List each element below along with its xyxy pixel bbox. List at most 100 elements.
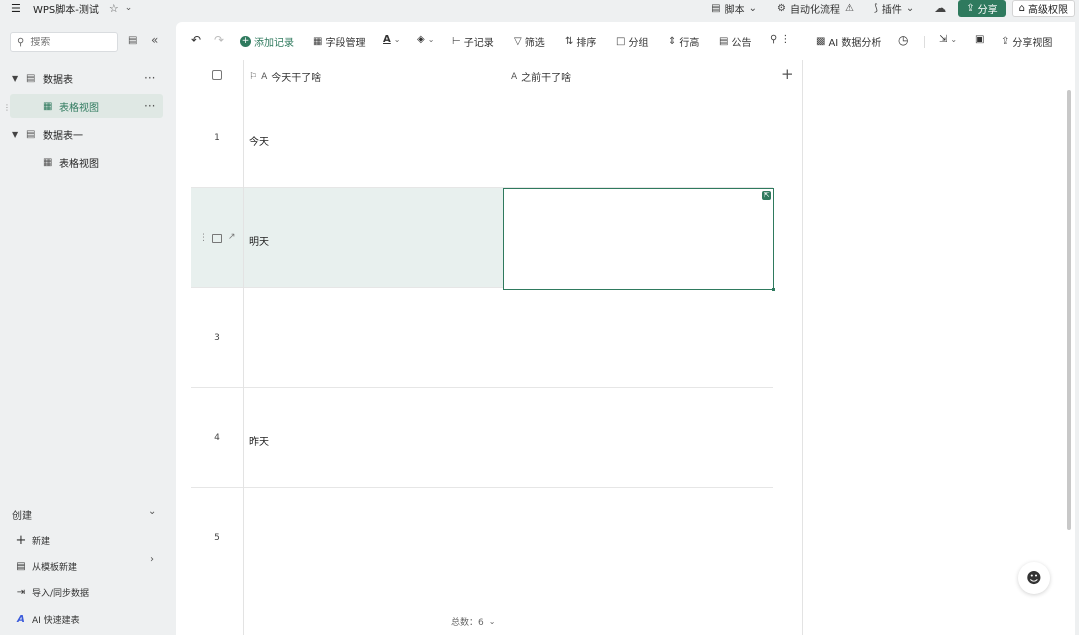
column-divider	[243, 60, 244, 635]
add-column-icon[interactable]: +	[781, 65, 794, 83]
from-template-label: 从模板新建	[32, 563, 78, 573]
column-label: 今天干了啥	[271, 73, 322, 84]
main-panel: ↶ ↷ + 添加记录 ▦ 字段管理 A ⌄ ◈ ⌄ ⊢ 子记录 ▽ 筛选 ⇅ 排…	[176, 22, 1075, 635]
ai-analysis-button[interactable]: ▩ AI 数据分析	[816, 34, 881, 49]
caret-down-icon[interactable]: ▼	[12, 130, 18, 139]
filter-button[interactable]: ▽ 筛选	[514, 34, 545, 49]
star-icon[interactable]: ☆	[109, 2, 119, 15]
permission-label: 高级权限	[1028, 4, 1068, 16]
sidebar-item-label: 表格视图	[59, 158, 99, 170]
import-sync-button[interactable]: ⇥ 导入/同步数据	[14, 586, 89, 599]
sidebar-item-label: 数据表	[43, 74, 73, 86]
plus-icon: +	[15, 533, 27, 548]
fill-handle[interactable]	[772, 288, 775, 291]
row-number: 3	[214, 333, 220, 343]
chart-icon: ▩	[816, 36, 826, 47]
automation-menu[interactable]: ⚙ 自动化流程 ⚠	[777, 1, 858, 16]
row-checkbox[interactable]	[212, 234, 222, 243]
sidebar-item-grid-view-1[interactable]: ▦ 表格视图 ···	[10, 94, 163, 118]
row-number: 1	[214, 133, 220, 143]
table-row[interactable]: 4 昨天	[191, 388, 773, 488]
row-number: 4	[214, 433, 220, 443]
sort-button[interactable]: ⇅ 排序	[565, 34, 596, 49]
grid-view-icon: ▦	[43, 156, 53, 168]
cell-today[interactable]: 今天	[249, 133, 269, 148]
share-icon: ⇪	[966, 2, 975, 14]
import-icon: ⇥	[16, 587, 26, 598]
search-box[interactable]: ⚲	[10, 32, 118, 52]
script-menu[interactable]: ▤ 脚本 ⌄	[711, 1, 761, 16]
row-height-button[interactable]: ⇕ 行高	[668, 34, 699, 49]
ai-create-table-button[interactable]: A AI 快速建表	[14, 613, 80, 626]
font-color-button[interactable]: A ⌄	[383, 34, 400, 45]
sidebar-item-grid-view-2[interactable]: ▦ 表格视图	[0, 150, 176, 174]
sidebar-item-table-2[interactable]: ▼ ▤ 数据表一	[0, 122, 176, 146]
cell-today[interactable]: 明天	[249, 233, 269, 248]
expand-cell-icon[interactable]: ⇱	[762, 191, 771, 200]
sidebar: ⚲ ▤ « ▼ ▤ 数据表 ··· ⋮ ▦ 表格视图 ··· ▼ ▤ 数据表一 …	[0, 22, 176, 635]
column-header-before[interactable]: A 之前干了啥	[511, 69, 571, 85]
field-manage-label: 字段管理	[325, 38, 366, 49]
table-row[interactable]: 3	[191, 288, 773, 388]
advanced-permission-button[interactable]: ⌂ 高级权限	[1011, 0, 1075, 17]
clipboard-icon[interactable]: ▣	[975, 34, 984, 45]
table-row[interactable]: 5	[191, 488, 773, 588]
sub-record-button[interactable]: ⊢ 子记录	[452, 34, 494, 49]
export-button[interactable]: ⇲ ⌄	[939, 34, 957, 45]
table-row[interactable]: 1 今天	[191, 88, 773, 188]
more-icon[interactable]: ···	[144, 71, 155, 85]
sort-label: 排序	[576, 38, 597, 49]
from-template-button[interactable]: ▤ 从模板新建	[14, 560, 77, 573]
script-label: 脚本	[724, 4, 745, 16]
group-button[interactable]: □ 分组	[616, 34, 648, 49]
document-title[interactable]: WPS脚本-测试	[33, 1, 99, 16]
menu-icon[interactable]: ☰	[11, 2, 21, 15]
row-height-icon: ⇕	[668, 36, 677, 47]
chevron-right-icon[interactable]: ›	[150, 554, 154, 565]
cell-today[interactable]: 昨天	[249, 433, 269, 448]
share-view-button[interactable]: ⇪ 分享视图	[1001, 34, 1052, 49]
plugin-menu[interactable]: ⟆ 插件 ⌄	[874, 1, 918, 16]
undo-icon[interactable]: ↶	[191, 33, 201, 47]
expand-row-icon[interactable]: ↗	[228, 232, 236, 242]
column-header-today[interactable]: ⚐ A 今天干了啥	[249, 69, 322, 85]
toolbar-divider	[924, 36, 925, 48]
fill-color-button[interactable]: ◈ ⌄	[417, 34, 434, 45]
chevron-down-icon[interactable]: ⌄	[148, 506, 156, 517]
share-button[interactable]: ⇪ 分享	[958, 0, 1006, 17]
table-icon: ▤	[26, 72, 36, 84]
drag-handle-icon[interactable]: ⋮	[199, 233, 208, 243]
automation-label: 自动化流程	[789, 4, 840, 16]
select-all-checkbox[interactable]	[212, 70, 222, 80]
redo-icon[interactable]: ↷	[214, 33, 224, 47]
field-manage-button[interactable]: ▦ 字段管理	[313, 34, 365, 49]
search-more-button[interactable]: ⚲ ⋮	[770, 34, 790, 45]
chevron-down-icon: ⌄	[748, 2, 758, 14]
lock-icon: ⌂	[1018, 2, 1025, 14]
chevron-down-icon[interactable]: ⌄	[125, 3, 133, 13]
add-record-button[interactable]: + 添加记录	[240, 34, 294, 49]
more-icon[interactable]: ···	[144, 99, 155, 113]
search-icon: ⚲	[770, 34, 778, 45]
text-type-icon: A	[511, 71, 518, 82]
sort-icon: ⇅	[565, 36, 574, 47]
folder-icon: □	[616, 36, 626, 47]
new-item-button[interactable]: + 新建	[14, 533, 50, 548]
search-input[interactable]	[30, 36, 111, 48]
fill-color-icon: ◈	[417, 34, 425, 45]
notice-button[interactable]: ▤ 公告	[719, 34, 751, 49]
chevron-down-icon: ⌄	[488, 617, 496, 626]
record-count[interactable]: 总数：6 ⌄	[451, 615, 495, 628]
assistant-icon[interactable]: ☻	[1018, 562, 1050, 594]
vertical-scrollbar[interactable]	[1067, 90, 1071, 530]
import-sync-label: 导入/同步数据	[32, 589, 90, 599]
layout-icon[interactable]: ▤	[128, 35, 137, 46]
script-icon: ▤	[711, 2, 721, 14]
sidebar-item-table-1[interactable]: ▼ ▤ 数据表 ···	[0, 66, 176, 90]
table-icon: ▤	[26, 128, 36, 140]
selected-cell[interactable]: ⇱	[503, 188, 775, 291]
caret-down-icon[interactable]: ▼	[12, 74, 18, 83]
cloud-icon[interactable]: ☁	[934, 1, 946, 15]
collapse-sidebar-icon[interactable]: «	[151, 33, 158, 47]
history-icon[interactable]: ◷	[898, 33, 908, 47]
